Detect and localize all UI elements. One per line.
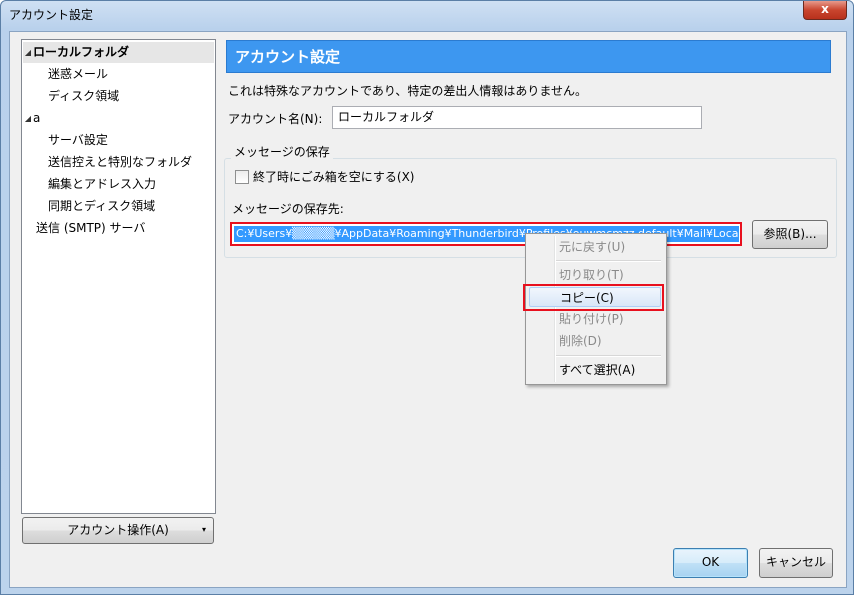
tree-item-smtp-server[interactable]: 送信 (SMTP) サーバ (36, 218, 145, 239)
close-button[interactable]: x (803, 1, 847, 20)
tree-item-label: ディスク領域 (48, 89, 120, 103)
account-settings-window: アカウント設定 x ◢ ローカルフォルダ 迷惑メール ディスク領域 ◢ a サーバ設… (0, 0, 854, 595)
expand-arrow-icon[interactable]: ◢ (23, 108, 33, 129)
tree-item-server-settings[interactable]: サーバ設定 (48, 130, 108, 151)
empty-trash-label[interactable]: 終了時にごみ箱を空にする(X) (253, 168, 414, 185)
empty-trash-checkbox[interactable] (235, 170, 249, 184)
menu-separator (556, 260, 661, 262)
tree-item-disk-space[interactable]: ディスク領域 (48, 86, 119, 107)
menu-item-paste[interactable]: 貼り付け(P) (529, 309, 661, 329)
tree-item-label: a (33, 111, 41, 125)
tree-item-label: 送信控えと特別なフォルダ (48, 155, 193, 169)
menu-item-select-all[interactable]: すべて選択(A) (529, 360, 661, 380)
tree-item-junk-mail[interactable]: 迷惑メール (48, 64, 108, 85)
browse-button[interactable]: 参照(B)... (752, 220, 828, 249)
menu-separator (556, 355, 661, 357)
page-title: アカウント設定 (226, 40, 831, 73)
account-tree[interactable]: ◢ ローカルフォルダ 迷惑メール ディスク領域 ◢ a サーバ設定 送信控えと特別な… (21, 39, 216, 514)
tree-item-label: 同期とディスク領域 (48, 199, 156, 213)
tree-item-label: サーバ設定 (48, 133, 108, 147)
window-title: アカウント設定 (9, 8, 94, 22)
tree-item-sync-disk[interactable]: 同期とディスク領域 (48, 196, 155, 217)
tree-item-local-folders[interactable]: ◢ ローカルフォルダ (23, 42, 214, 63)
title-bar[interactable]: アカウント設定 x (1, 1, 853, 27)
tree-item-label: ローカルフォルダ (33, 45, 130, 59)
menu-item-undo[interactable]: 元に戻す(U) (529, 237, 661, 257)
cancel-button[interactable]: キャンセル (759, 548, 833, 578)
tree-item-composition[interactable]: 編集とアドレス入力 (48, 174, 156, 195)
dialog-body: ◢ ローカルフォルダ 迷惑メール ディスク領域 ◢ a サーバ設定 送信控えと特別な… (9, 31, 847, 588)
message-storage-title: メッセージの保存 (231, 143, 333, 160)
expand-arrow-icon[interactable]: ◢ (23, 42, 33, 63)
account-actions-button[interactable]: アカウント操作(A) ▾ (22, 517, 214, 544)
menu-item-cut[interactable]: 切り取り(T) (529, 265, 661, 285)
storage-path-label: メッセージの保存先: (232, 202, 344, 216)
tree-item-copies-folders[interactable]: 送信控えと特別なフォルダ (48, 152, 192, 173)
account-actions-label: アカウント操作(A) (67, 523, 169, 537)
dropdown-arrow-icon: ▾ (201, 525, 206, 534)
account-name-label: アカウント名(N): (228, 112, 323, 126)
tree-item-label: 編集とアドレス入力 (48, 177, 157, 191)
ok-button[interactable]: OK (673, 548, 748, 578)
account-name-input[interactable]: ローカルフォルダ (332, 106, 702, 129)
tree-item-account-a[interactable]: ◢ a (23, 108, 40, 129)
copy-highlight-annotation (523, 284, 664, 311)
special-account-notice: これは特殊なアカウントであり、特定の差出人情報はありません。 (228, 84, 588, 98)
tree-item-label: 迷惑メール (48, 67, 109, 81)
tree-item-label: 送信 (SMTP) サーバ (36, 221, 146, 235)
menu-item-delete[interactable]: 削除(D) (529, 331, 661, 351)
